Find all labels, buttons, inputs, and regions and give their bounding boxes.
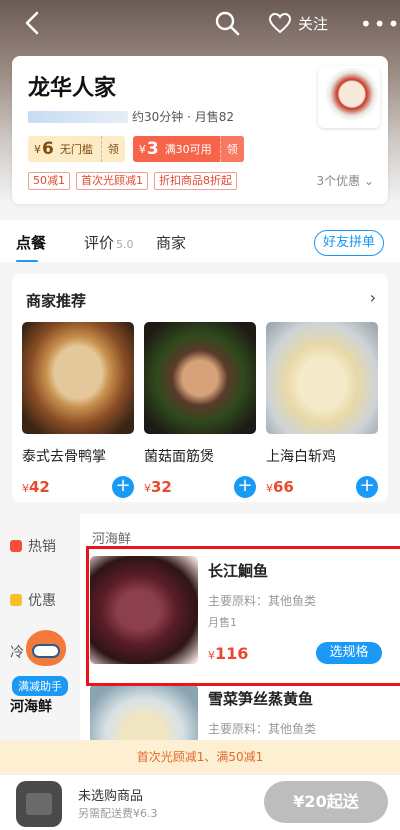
tab-order[interactable]: 点餐 xyxy=(16,232,46,253)
add-to-cart-button[interactable]: + xyxy=(234,476,256,498)
cart-icon[interactable] xyxy=(16,781,62,827)
discount-icon xyxy=(10,594,22,606)
chevron-right-icon[interactable]: › xyxy=(370,288,376,307)
dish-name: 雪菜笋丝蒸黄鱼 xyxy=(208,690,314,708)
promo-tag: 50减1 xyxy=(28,172,70,190)
dish-image[interactable] xyxy=(22,322,134,434)
dish-name: 长江鮰鱼 xyxy=(208,562,269,580)
coupon-amount: 3 xyxy=(146,139,159,159)
heart-icon xyxy=(268,12,292,34)
shop-meta: 约30分钟 · 月售82 xyxy=(28,108,234,125)
shop-name: 龙华人家 xyxy=(28,76,117,101)
tab-review-label: 评价 xyxy=(84,234,115,252)
delivery-meta: 约30分钟 · 月售82 xyxy=(132,110,234,124)
dish-price: ¥116 xyxy=(208,644,248,663)
category-label: 河海鲜 xyxy=(10,699,52,715)
dish-monthly-sales: 月售1 xyxy=(208,616,237,629)
recommend-section: 商家推荐 › 泰式去骨鸭掌 ¥42 + 菌菇面筋煲 ¥32 + 上海白斩鸡 ¥6… xyxy=(0,262,400,514)
discount-helper-badge[interactable]: 满减助手 xyxy=(12,676,68,696)
promo-tag: 折扣商品8折起 xyxy=(154,172,237,190)
follow-label: 关注 xyxy=(298,14,329,33)
shop-logo xyxy=(318,66,380,128)
cart-bar: 未选购商品 另需配送费¥6.3 ¥20起送 xyxy=(0,774,400,830)
tab-review[interactable]: 评价 5.0 xyxy=(84,232,134,253)
dish-image[interactable] xyxy=(144,322,256,434)
checkout-button[interactable]: ¥20起送 xyxy=(264,781,388,823)
category-label: 优惠 xyxy=(28,593,56,609)
dish-image[interactable] xyxy=(266,322,378,434)
currency: ¥ xyxy=(22,482,29,495)
dish-ingredients: 主要原料：其他鱼类 xyxy=(208,722,317,736)
currency: ¥ xyxy=(144,482,151,495)
promo-tags: 50减1 首次光顾减1 折扣商品8折起 xyxy=(28,172,243,190)
section-title: 河海鲜 xyxy=(92,532,132,547)
category-label: 热销 xyxy=(28,539,56,555)
category-sidebar: 热销 优惠 冷 满减助手 河海鲜 xyxy=(0,514,80,774)
shop-info-card: 龙华人家 约30分钟 · 月售82 ¥6 无门槛 领 ¥3 满30可用 领 50… xyxy=(12,56,388,204)
more-options-icon[interactable]: ••• xyxy=(360,12,399,36)
currency: ¥ xyxy=(208,649,215,662)
dish-price: ¥42 + xyxy=(22,476,134,498)
coupon-desc: 满30可用 xyxy=(164,143,212,156)
add-to-cart-button[interactable]: + xyxy=(112,476,134,498)
coupon-amount: 6 xyxy=(42,139,54,159)
add-to-cart-button[interactable]: + xyxy=(356,476,378,498)
recommend-item[interactable]: 菌菇面筋煲 ¥32 + xyxy=(144,322,256,498)
fire-icon xyxy=(10,540,22,552)
cart-status: 未选购商品 xyxy=(78,789,144,804)
coupon-min-30[interactable]: ¥3 满30可用 领 xyxy=(132,136,244,162)
dish-item[interactable]: 长江鮰鱼 主要原料：其他鱼类 月售1 ¥116 选规格 xyxy=(90,556,390,676)
currency: ¥ xyxy=(266,482,273,495)
top-bar: 关注 ••• xyxy=(0,0,400,46)
dish-name: 菌菇面筋煲 xyxy=(144,449,214,465)
menu-section: 热销 优惠 冷 满减助手 河海鲜 河海鲜 长江鮰鱼 主要原料：其他鱼类 月售1 … xyxy=(0,514,400,774)
blurred-rating xyxy=(28,110,128,123)
dish-price: ¥66 + xyxy=(266,476,378,498)
dish-image[interactable] xyxy=(90,556,198,664)
follow-button[interactable]: 关注 xyxy=(268,10,328,36)
discount-strip: 首次光顾减1、满50减1 xyxy=(0,740,400,774)
review-score: 5.0 xyxy=(116,238,134,251)
price-value: 66 xyxy=(273,478,294,496)
price-value: 42 xyxy=(29,478,50,496)
price-value: 116 xyxy=(215,644,249,663)
group-order-button[interactable]: 好友拼单 xyxy=(314,230,384,256)
coupon-no-threshold[interactable]: ¥6 无门槛 领 xyxy=(28,136,125,162)
dish-name: 上海白斩鸡 xyxy=(266,449,336,465)
delivery-fee: 另需配送费¥6.3 xyxy=(78,807,158,820)
recommend-title: 商家推荐 xyxy=(26,292,87,310)
recommend-item[interactable]: 上海白斩鸡 ¥66 + xyxy=(266,322,378,498)
claim-coupon-button[interactable]: 领 xyxy=(100,136,125,162)
back-arrow-icon[interactable] xyxy=(20,10,46,36)
promo-more-link[interactable]: 3个优惠 ⌄ xyxy=(316,172,374,189)
dish-price: ¥32 + xyxy=(144,476,256,498)
tab-merchant[interactable]: 商家 xyxy=(156,232,186,253)
dish-ingredients: 主要原料：其他鱼类 xyxy=(208,594,317,608)
category-discount[interactable]: 优惠 xyxy=(10,590,56,610)
select-spec-button[interactable]: 选规格 xyxy=(316,642,382,664)
category-seafood[interactable]: 河海鲜 xyxy=(10,696,52,716)
search-icon[interactable] xyxy=(214,10,240,36)
recommend-card: 商家推荐 › 泰式去骨鸭掌 ¥42 + 菌菇面筋煲 ¥32 + 上海白斩鸡 ¥6… xyxy=(12,274,388,502)
promo-tag: 首次光顾减1 xyxy=(76,172,148,190)
dish-name: 泰式去骨鸭掌 xyxy=(22,449,106,465)
coupon-list: ¥6 无门槛 领 ¥3 满30可用 领 xyxy=(28,136,252,162)
claim-coupon-button[interactable]: 领 xyxy=(219,136,244,162)
shop-tabs: 点餐 评价 5.0 商家 好友拼单 xyxy=(0,220,400,263)
coupon-currency: ¥ xyxy=(138,142,146,156)
price-value: 32 xyxy=(151,478,172,496)
category-hot[interactable]: 热销 xyxy=(10,536,56,556)
coupon-desc: 无门槛 xyxy=(59,143,93,156)
coupon-currency: ¥ xyxy=(34,142,41,156)
dish-list: 河海鲜 长江鮰鱼 主要原料：其他鱼类 月售1 ¥116 选规格 雪菜笋丝蒸黄鱼 … xyxy=(80,514,400,774)
recommend-item[interactable]: 泰式去骨鸭掌 ¥42 + xyxy=(22,322,134,498)
